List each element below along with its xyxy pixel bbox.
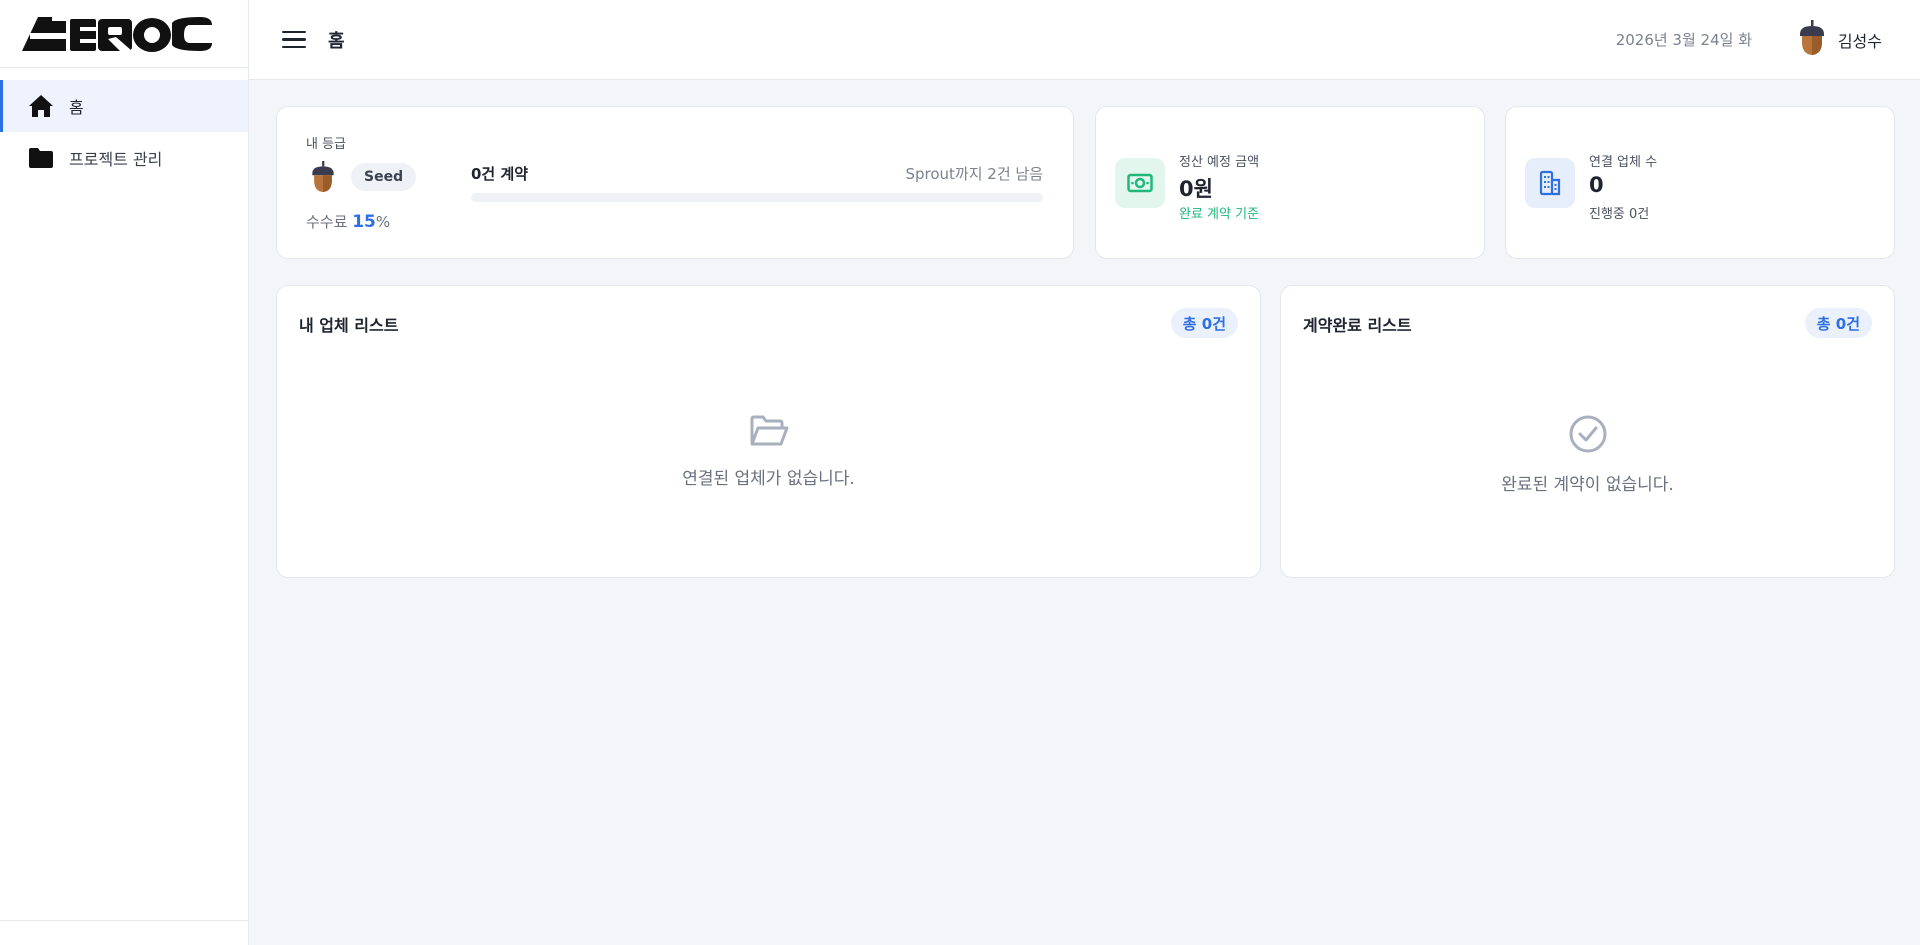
vendor-list-title: 내 업체 리스트 — [299, 316, 399, 335]
menu-toggle-icon[interactable] — [282, 28, 306, 52]
user-menu[interactable]: 김성수 — [1798, 19, 1882, 60]
vendor-count-value: 0 — [1589, 173, 1604, 197]
vendor-count-card: 연결 업체 수 0 진행중 0건 — [1505, 106, 1895, 259]
next-level-text: Sprout까지 2건 남음 — [905, 165, 1043, 183]
completed-list-total: 총 0건 — [1804, 308, 1872, 338]
aeroc-logo — [22, 16, 212, 52]
home-icon — [27, 92, 55, 120]
sidebar-item-label: 홈 — [69, 98, 84, 117]
page-title: 홈 — [328, 30, 345, 52]
vendor-list-card: 내 업체 리스트 총 0건 연결된 업체가 없습니다. — [276, 285, 1261, 578]
completed-list-card: 계약완료 리스트 총 0건 완료된 계약이 없습니다. — [1280, 285, 1895, 578]
sidebar-item-label: 프로젝트 관리 — [69, 150, 163, 169]
fee-prefix: 수수료 — [306, 213, 348, 231]
sidebar: 홈 프로젝트 관리 — [0, 0, 249, 945]
top-header: 홈 2026년 3월 24일 화 김성수 — [249, 0, 1920, 80]
folder-open-icon — [749, 414, 789, 452]
settlement-sub: 완료 계약 기준 — [1179, 207, 1260, 222]
cash-icon — [1115, 158, 1165, 208]
vendor-list-empty: 연결된 업체가 없습니다. — [277, 414, 1260, 489]
settlement-label: 정산 예정 금액 — [1179, 155, 1260, 170]
vendor-list-empty-text: 연결된 업체가 없습니다. — [682, 469, 855, 489]
sidebar-nav: 홈 프로젝트 관리 — [0, 68, 248, 184]
building-icon — [1525, 158, 1575, 208]
grade-badge: Seed — [351, 163, 417, 191]
check-circle-icon — [1568, 414, 1608, 458]
grade-progress-bar — [471, 193, 1043, 202]
vendor-list-total: 총 0건 — [1170, 308, 1238, 338]
current-date: 2026년 3월 24일 화 — [1615, 31, 1752, 49]
acorn-icon — [310, 161, 336, 197]
settlement-value: 0원 — [1179, 177, 1213, 201]
completed-list-empty-text: 완료된 계약이 없습니다. — [1501, 475, 1674, 495]
sidebar-divider — [0, 920, 249, 921]
completed-list-title: 계약완료 리스트 — [1303, 316, 1412, 335]
fee-rate: 수수료 15% — [306, 211, 390, 232]
fee-value: 15 — [352, 212, 376, 232]
acorn-icon — [1798, 19, 1826, 60]
fee-unit: % — [375, 213, 391, 231]
settlement-card: 정산 예정 금액 0원 완료 계약 기준 — [1095, 106, 1485, 259]
sidebar-item-home[interactable]: 홈 — [0, 80, 248, 132]
user-name: 김성수 — [1837, 31, 1882, 51]
vendor-count-sub: 진행중 0건 — [1589, 207, 1650, 222]
contract-count: 0건 계약 — [471, 165, 529, 183]
vendor-count-label: 연결 업체 수 — [1589, 155, 1658, 170]
completed-list-empty: 완료된 계약이 없습니다. — [1281, 414, 1894, 495]
sidebar-item-projects[interactable]: 프로젝트 관리 — [0, 132, 248, 184]
grade-label: 내 등급 — [306, 137, 347, 152]
folder-icon — [27, 144, 55, 172]
grade-card: 내 등급 Seed 수수료 15% 0건 계약 Sprout까지 2건 남음 — [276, 106, 1074, 259]
brand-logo[interactable] — [0, 0, 248, 68]
